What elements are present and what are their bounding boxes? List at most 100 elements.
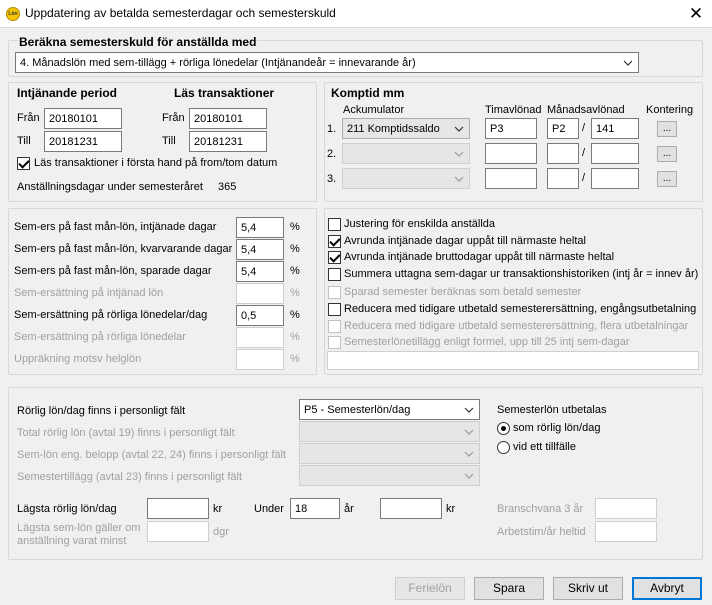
komptid-man-b-input[interactable] xyxy=(591,143,639,164)
chevron-down-icon xyxy=(454,122,464,136)
option-checkbox[interactable] xyxy=(328,286,341,299)
paid-heading: Semesterlön utbetalas xyxy=(497,404,607,416)
rate-input[interactable]: 5,4 xyxy=(236,217,284,238)
rate-input[interactable]: 5,4 xyxy=(236,239,284,260)
variable-field-select[interactable] xyxy=(299,465,480,486)
trans-to-input[interactable]: 20181231 xyxy=(189,131,267,152)
trans-from-label: Från xyxy=(162,112,185,124)
col-tim-label: Timavlönad xyxy=(485,104,542,116)
variable-field-select[interactable] xyxy=(299,443,480,464)
kr-unit: kr xyxy=(446,503,456,515)
col-kont-label: Kontering xyxy=(646,104,694,116)
slash-separator: / xyxy=(582,122,586,134)
radio-once[interactable] xyxy=(497,441,510,454)
kr-unit: kr xyxy=(213,503,223,515)
rate-label: Sem-ersättning på rörliga lönedelar xyxy=(14,331,186,343)
close-icon[interactable]: ✕ xyxy=(684,3,708,25)
option-label: Justering för enskilda anställda xyxy=(344,218,496,230)
period-from-input[interactable]: 20180101 xyxy=(44,108,122,129)
calc-heading: Beräkna semesterskuld för anställda med xyxy=(18,35,258,49)
under-label: Under xyxy=(254,503,284,515)
komptid-acc-select[interactable]: 211 Komptidssaldo xyxy=(342,118,470,139)
option-label: Sparad semester beräknas som betald seme… xyxy=(344,286,582,298)
read-trans-label: Läs transaktioner i första hand på from/… xyxy=(34,157,278,169)
komptid-acc-select[interactable] xyxy=(342,168,470,189)
variable-field-label: Semestertillägg (avtal 23) finns i perso… xyxy=(17,471,242,483)
window-title: Uppdatering av betalda semesterdagar och… xyxy=(25,6,336,20)
years-unit: år xyxy=(344,503,354,515)
radio-per-day-label: som rörlig lön/dag xyxy=(513,422,601,434)
rate-label: Sem-ers på fast mån-lön, sparade dagar xyxy=(14,265,212,277)
rate-label: Sem-ers på fast mån-lön, kvarvarande dag… xyxy=(14,243,233,255)
save-button[interactable]: Spara xyxy=(474,577,544,600)
option-checkbox[interactable] xyxy=(328,320,341,333)
variable-field-select[interactable] xyxy=(299,421,480,442)
col-acc-label: Ackumulator xyxy=(343,104,405,116)
option-checkbox[interactable] xyxy=(328,235,341,248)
rate-input[interactable] xyxy=(236,283,284,304)
kontering-button[interactable]: ... xyxy=(657,121,677,137)
percent-unit: % xyxy=(290,265,300,277)
komptid-row-num: 3. xyxy=(327,173,337,185)
rate-label: Uppräkning motsv helglön xyxy=(14,353,142,365)
komptid-man-a-input[interactable] xyxy=(547,143,579,164)
min-sem-label-line2: anställning varat minst xyxy=(17,535,127,547)
period-heading: Intjänande period xyxy=(17,86,118,100)
radio-once-label: vid ett tillfälle xyxy=(513,441,576,453)
komptid-tim-input[interactable] xyxy=(485,143,537,164)
min-sem-label-line1: Lägsta sem-lön gäller om xyxy=(17,522,141,534)
kontering-button[interactable]: ... xyxy=(657,171,677,187)
komptid-man-b-input[interactable]: 141 xyxy=(591,118,639,139)
min-salary-input[interactable] xyxy=(147,498,209,519)
kontering-button[interactable]: ... xyxy=(657,146,677,162)
rate-input[interactable] xyxy=(236,327,284,348)
chevron-down-icon xyxy=(464,425,474,439)
option-checkbox[interactable] xyxy=(328,268,341,281)
option-label: Summera uttagna sem-dagar ur transaktion… xyxy=(344,268,699,280)
komptid-man-a-input[interactable]: P2 xyxy=(547,118,579,139)
ferielon-button[interactable]: Ferielön xyxy=(395,577,465,600)
chevron-down-icon xyxy=(464,447,474,461)
amount-input[interactable] xyxy=(380,498,442,519)
under-age-input[interactable]: 18 xyxy=(290,498,340,519)
arbetstim-input[interactable] xyxy=(595,521,657,542)
komptid-row-num: 2. xyxy=(327,148,337,160)
percent-unit: % xyxy=(290,287,300,299)
rate-input[interactable] xyxy=(236,349,284,370)
komptid-acc-select[interactable] xyxy=(342,143,470,164)
option-checkbox[interactable] xyxy=(328,303,341,316)
rate-input[interactable]: 5,4 xyxy=(236,261,284,282)
period-to-input[interactable]: 20181231 xyxy=(44,131,122,152)
min-sem-input[interactable] xyxy=(147,521,209,542)
option-checkbox[interactable] xyxy=(328,218,341,231)
option-label: Reducera med tidigare utbetald semestere… xyxy=(344,320,689,332)
calc-method-select[interactable]: 4. Månadslön med sem-tillägg + rörliga l… xyxy=(15,52,639,73)
bransch-input[interactable] xyxy=(595,498,657,519)
variable-field-select[interactable]: P5 - Semesterlön/dag xyxy=(299,399,480,420)
trans-heading: Läs transaktioner xyxy=(174,86,275,100)
formula-input[interactable] xyxy=(327,351,699,370)
col-man-label: Månadsavlönad xyxy=(547,104,625,116)
radio-per-day[interactable] xyxy=(497,422,510,435)
option-label: Avrunda intjänade dagar uppåt till närma… xyxy=(344,235,586,247)
option-label: Avrunda intjänade bruttodagar uppåt till… xyxy=(344,251,615,263)
arbetstim-label: Arbetstim/år heltid xyxy=(497,526,586,538)
komptid-tim-input[interactable] xyxy=(485,168,537,189)
komptid-tim-input[interactable]: P3 xyxy=(485,118,537,139)
trans-from-input[interactable]: 20180101 xyxy=(189,108,267,129)
min-salary-label: Lägsta rörlig lön/dag xyxy=(17,503,117,515)
rate-input[interactable]: 0,5 xyxy=(236,305,284,326)
option-checkbox[interactable] xyxy=(328,251,341,264)
komptid-acc-value: 211 Komptidssaldo xyxy=(347,123,440,135)
komptid-man-b-input[interactable] xyxy=(591,168,639,189)
percent-unit: % xyxy=(290,221,300,233)
calc-method-value: 4. Månadslön med sem-tillägg + rörliga l… xyxy=(20,57,416,69)
employment-days-label: Anställningsdagar under semesteråret xyxy=(17,181,203,193)
period-from-label: Från xyxy=(17,112,40,124)
komptid-row-num: 1. xyxy=(327,123,337,135)
komptid-man-a-input[interactable] xyxy=(547,168,579,189)
option-checkbox[interactable] xyxy=(328,336,341,349)
print-button[interactable]: Skriv ut xyxy=(553,577,623,600)
read-trans-checkbox[interactable] xyxy=(17,157,30,170)
cancel-button[interactable]: Avbryt xyxy=(632,577,702,600)
